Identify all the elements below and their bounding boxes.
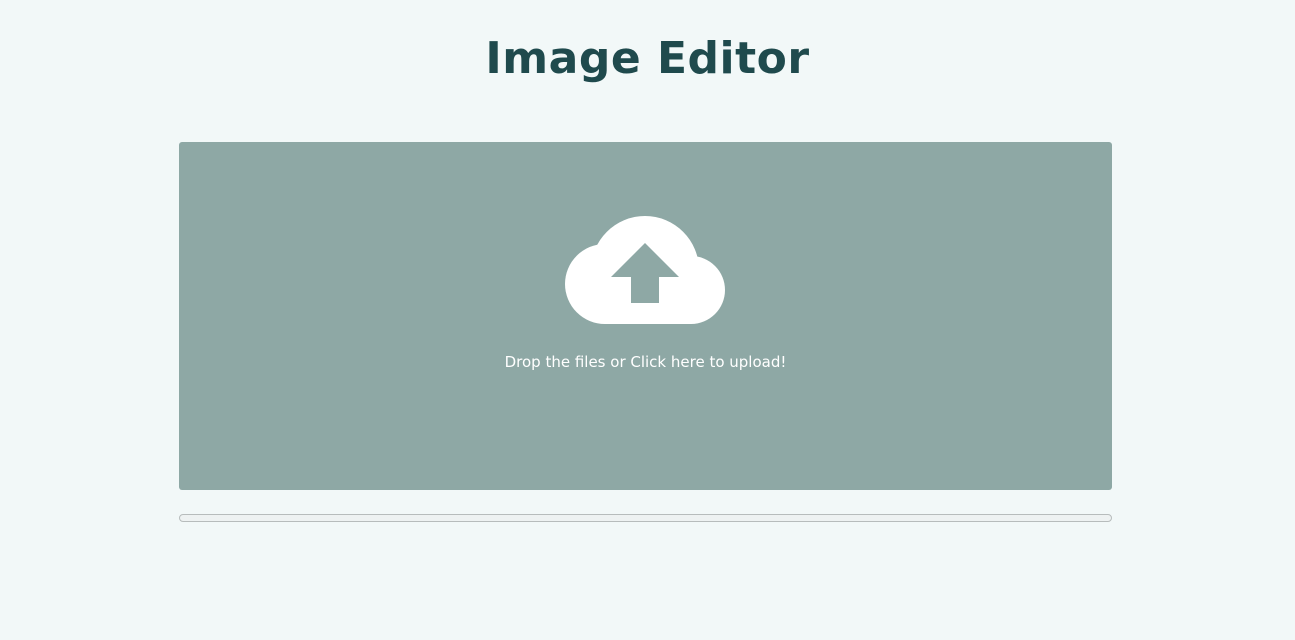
upload-dropzone[interactable]: Drop the files or Click here to upload! <box>179 142 1112 490</box>
upload-instructions: Drop the files or Click here to upload! <box>504 353 787 371</box>
upload-progress-bar <box>179 514 1112 522</box>
cloud-upload-icon <box>565 216 725 324</box>
page-title: Image Editor <box>485 33 810 84</box>
